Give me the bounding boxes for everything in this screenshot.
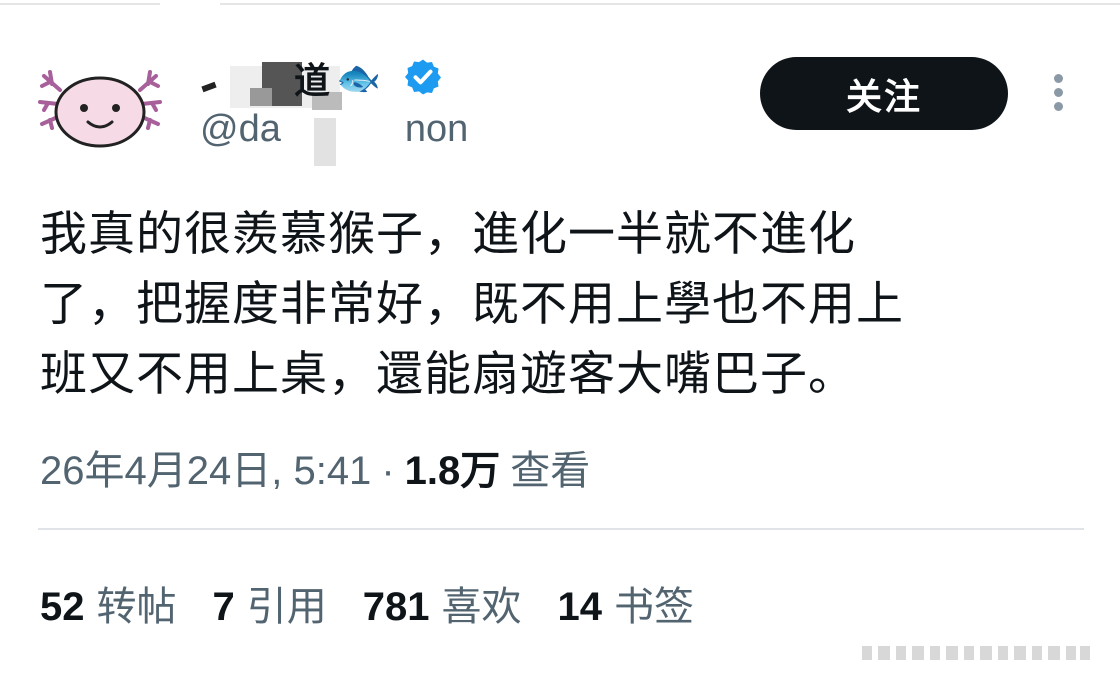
stat-bookmarks[interactable]: 14 书签 — [558, 574, 695, 632]
display-name-text: 道 — [294, 61, 331, 102]
stat-label: 引用 — [246, 584, 327, 630]
stat-likes[interactable]: 781 喜欢 — [363, 574, 522, 632]
divider — [38, 528, 1084, 530]
user-handle[interactable]: @da non — [200, 108, 468, 151]
meta-separator: · — [381, 449, 395, 493]
engagement-stats: 52 转帖 7 引用 781 喜欢 14 书签 — [40, 574, 694, 632]
avatar[interactable] — [38, 62, 162, 150]
stat-count: 14 — [557, 585, 603, 629]
stat-count: 7 — [212, 585, 235, 629]
tweet-meta: 26年4月24日, 5:41 · 1.8万 查看 — [40, 438, 590, 496]
tweet-text: 我真的很羨慕猴子，進化一半就不進化 了，把握度非常好，既不用上學也不用上 班又不… — [40, 200, 1080, 410]
handle-start: @da — [200, 108, 281, 150]
stat-reposts[interactable]: 52 转帖 — [40, 574, 177, 632]
tweet-timestamp[interactable]: 26年4月24日, 5:41 — [40, 438, 371, 496]
stat-label: 转帖 — [96, 584, 177, 630]
top-divider — [0, 0, 1120, 8]
stat-quotes[interactable]: 7 引用 — [213, 574, 327, 632]
stat-count: 52 — [40, 585, 85, 629]
display-name[interactable]: 道 🐟 — [294, 52, 381, 104]
stat-count: 781 — [362, 585, 430, 629]
more-options-icon[interactable] — [1048, 70, 1068, 116]
axolotl-avatar-icon — [38, 70, 162, 148]
views-count[interactable]: 1.8万 — [405, 438, 501, 496]
stat-label: 喜欢 — [441, 584, 522, 630]
views-label: 查看 — [510, 449, 591, 493]
tweet-line: 了，把握度非常好，既不用上學也不用上 — [40, 277, 904, 332]
tweet-line: 我真的很羨慕猴子，進化一半就不進化 — [40, 207, 856, 262]
follow-button[interactable]: 关注 — [760, 57, 1008, 130]
tweet-line: 班又不用上桌，還能扇遊客大嘴巴子。 — [40, 347, 856, 402]
fish-emoji: 🐟 — [336, 58, 381, 99]
verified-badge-icon — [405, 59, 441, 95]
stat-label: 书签 — [614, 584, 694, 630]
watermark — [862, 642, 1092, 664]
handle-end: non — [404, 108, 469, 150]
